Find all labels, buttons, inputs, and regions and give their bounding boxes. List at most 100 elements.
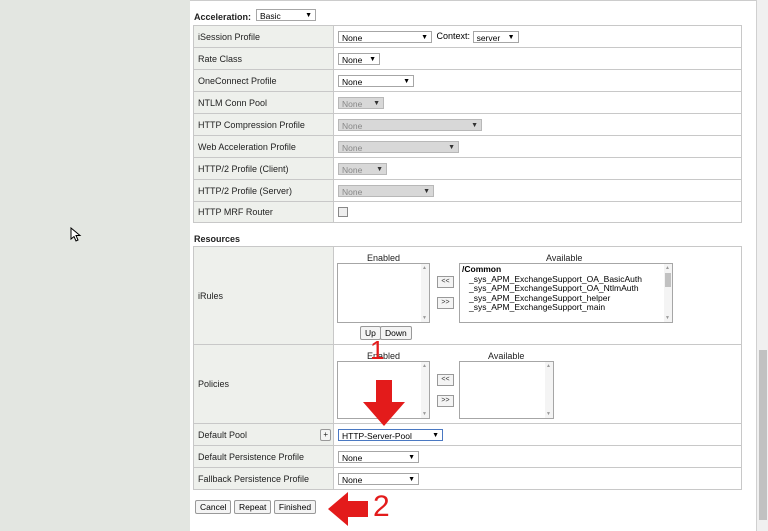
http2-profile-server-value: None [342, 186, 363, 197]
rate-class-select[interactable]: None ▼ [338, 52, 380, 65]
policies-available-list[interactable]: ▲ ▼ [459, 361, 554, 419]
chevron-down-icon: ▼ [432, 431, 439, 439]
default-pool-label: Default Pool [198, 429, 248, 440]
oneconnect-profile-value: None [342, 76, 363, 87]
red-arrow-left-icon [328, 492, 368, 526]
http2-profile-server-label: HTTP/2 Profile (Server) [193, 179, 334, 202]
scroll-down-icon: ▼ [665, 315, 670, 321]
acceleration-table: iSession Profile None ▼ Context: server ▼ … [193, 25, 742, 223]
scroll-up-icon: ▲ [546, 363, 551, 369]
repeat-button[interactable]: Repeat [233, 500, 272, 514]
irules-available-item[interactable]: _sys_APM_ExchangeSupport_main [460, 303, 672, 313]
policies-move-left-button[interactable]: << [437, 374, 454, 386]
default-pool-value: HTTP-Server-Pool [342, 430, 412, 441]
row-isession-profile: iSession Profile None ▼ Context: server ▼ [193, 25, 742, 48]
http2-profile-client-select[interactable]: None ▼ [338, 162, 387, 175]
ntlm-conn-pool-select[interactable]: None ▼ [338, 96, 384, 109]
http2-profile-server-select[interactable]: None ▼ [338, 184, 434, 197]
irules-label: iRules [193, 246, 334, 345]
page-scroll-thumb[interactable] [759, 350, 767, 520]
row-http2-profile-server: HTTP/2 Profile (Server) None ▼ [193, 179, 742, 202]
http-mrf-router-checkbox[interactable] [338, 207, 348, 218]
fallback-persistence-select[interactable]: None ▼ [338, 472, 419, 485]
context-select[interactable]: server ▼ [472, 30, 519, 43]
scroll-up-icon: ▲ [422, 363, 427, 369]
fallback-persistence-value: None [342, 474, 363, 485]
acceleration-select-value: Basic [260, 11, 281, 21]
acceleration-title: Acceleration: [194, 12, 251, 22]
chevron-down-icon: ▼ [408, 475, 415, 483]
scroll-thumb[interactable] [665, 273, 671, 287]
cancel-button[interactable]: Cancel [195, 500, 232, 514]
http2-profile-client-value: None [342, 164, 363, 175]
page-scrollbar[interactable] [756, 0, 768, 531]
irules-down-button[interactable]: Down [380, 326, 412, 340]
finished-button[interactable]: Finished [273, 500, 317, 514]
policies-label: Policies [193, 344, 334, 424]
default-persistence-select[interactable]: None ▼ [338, 450, 419, 463]
isession-profile-label: iSession Profile [193, 25, 334, 48]
policies-move-right-button[interactable]: >> [437, 395, 454, 407]
acceleration-select[interactable]: Basic ▼ [256, 9, 316, 21]
irules-enabled-list[interactable]: ▲ ▼ [337, 263, 430, 323]
default-persistence-value: None [342, 452, 363, 463]
isession-profile-value: None [342, 32, 363, 43]
chevron-down-icon: ▼ [471, 121, 478, 129]
rate-class-value: None [342, 54, 363, 65]
annotation-step-2: 2 [373, 490, 390, 523]
chevron-down-icon: ▼ [373, 99, 380, 107]
row-default-persistence: Default Persistence Profile None ▼ [193, 445, 742, 468]
chevron-down-icon: ▼ [403, 77, 410, 85]
irules-move-left-button[interactable]: << [437, 276, 454, 288]
policies-available-scrollbar[interactable]: ▲ ▼ [545, 362, 553, 418]
context-label: Context: [436, 30, 471, 41]
add-pool-button[interactable]: + [320, 429, 331, 441]
annotation-step-1: 1 [370, 335, 385, 365]
row-fallback-persistence: Fallback Persistence Profile None ▼ [193, 467, 742, 490]
rate-class-label: Rate Class [193, 47, 334, 70]
isession-profile-select[interactable]: None ▼ [338, 30, 432, 43]
irules-move-right-button[interactable]: >> [437, 297, 454, 309]
irules-enabled-header: Enabled [367, 253, 401, 263]
row-http2-profile-client: HTTP/2 Profile (Client) None ▼ [193, 157, 742, 180]
web-acceleration-profile-label: Web Acceleration Profile [193, 135, 334, 158]
http-mrf-router-label: HTTP MRF Router [193, 201, 334, 223]
policies-enabled-scrollbar[interactable]: ▲ ▼ [421, 362, 429, 418]
chevron-down-icon: ▼ [376, 165, 383, 173]
irules-enabled-scrollbar[interactable]: ▲ ▼ [421, 264, 429, 322]
default-persistence-label: Default Persistence Profile [193, 445, 334, 468]
chevron-down-icon: ▼ [408, 453, 415, 461]
fallback-persistence-label: Fallback Persistence Profile [193, 467, 334, 490]
resources-title: Resources [194, 234, 241, 244]
row-http-mrf-router: HTTP MRF Router [193, 201, 742, 223]
main-content: Acceleration: Basic ▼ iSession Profile No… [190, 0, 756, 531]
irules-available-list[interactable]: /Common _sys_APM_ExchangeSupport_OA_Basi… [459, 263, 673, 323]
mouse-cursor-icon [70, 227, 82, 242]
row-default-pool: Default Pool + HTTP-Server-Pool ▼ [193, 423, 742, 446]
scroll-down-icon: ▼ [546, 411, 551, 417]
http-compression-profile-label: HTTP Compression Profile [193, 113, 334, 136]
red-arrow-down-icon [363, 380, 405, 426]
form-buttons: Cancel Repeat Finished [195, 500, 317, 514]
irules-available-header: Available [546, 253, 583, 263]
acceleration-label: Acceleration: [194, 12, 252, 22]
default-pool-select[interactable]: HTTP-Server-Pool ▼ [338, 428, 443, 441]
chevron-down-icon: ▼ [305, 12, 312, 19]
http2-profile-client-label: HTTP/2 Profile (Client) [193, 157, 334, 180]
oneconnect-profile-select[interactable]: None ▼ [338, 74, 414, 87]
chevron-down-icon: ▼ [448, 143, 455, 151]
oneconnect-profile-label: OneConnect Profile [193, 69, 334, 92]
row-oneconnect-profile: OneConnect Profile None ▼ [193, 69, 742, 92]
scroll-up-icon: ▲ [422, 265, 427, 271]
chevron-down-icon: ▼ [369, 55, 376, 63]
row-ntlm-conn-pool: NTLM Conn Pool None ▼ [193, 91, 742, 114]
scroll-down-icon: ▼ [422, 411, 427, 417]
web-acceleration-profile-select[interactable]: None ▼ [338, 140, 459, 153]
irules-available-scrollbar[interactable]: ▲ ▼ [664, 264, 672, 322]
http-compression-profile-select[interactable]: None ▼ [338, 118, 482, 131]
top-divider [190, 0, 756, 1]
scroll-down-icon: ▼ [422, 315, 427, 321]
row-http-compression-profile: HTTP Compression Profile None ▼ [193, 113, 742, 136]
ntlm-conn-pool-value: None [342, 98, 363, 109]
left-navigation-panel [0, 0, 183, 531]
